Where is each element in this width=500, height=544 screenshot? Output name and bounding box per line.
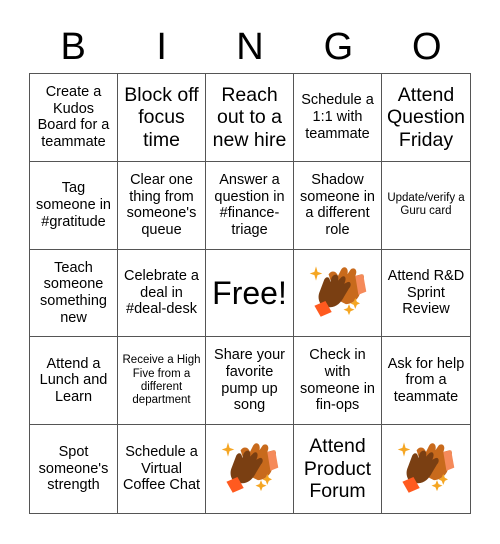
clapping-hands-icon (305, 257, 371, 328)
bingo-cell[interactable]: Receive a High Five from a different dep… (118, 337, 206, 426)
header-letter-b: B (60, 26, 86, 68)
bingo-cell[interactable]: Attend Question Friday (382, 74, 470, 162)
clapping-hands-icon (393, 433, 459, 504)
clapping-hands-icon (217, 433, 283, 504)
cell-label: Celebrate a deal in #deal-desk (124, 267, 199, 318)
cell-label: Schedule a Virtual Coffee Chat (122, 444, 201, 494)
bingo-cell[interactable]: Teach someone something new (30, 249, 118, 338)
bingo-cell[interactable]: Attend R&D Sprint Review (382, 250, 470, 338)
bingo-cell[interactable]: Check in with someone in fin-ops (294, 337, 382, 426)
cell-label: Schedule a 1:1 with teammate (301, 92, 374, 142)
header-letter-o: O (412, 26, 442, 68)
cell-label: Spot someone's strength (38, 444, 109, 494)
bingo-cell[interactable] (206, 425, 294, 513)
cell-label: Receive a High Five from a different dep… (122, 354, 201, 406)
bingo-cell[interactable]: Attend Product Forum (294, 425, 382, 513)
bingo-cell[interactable]: Block off focus time (118, 74, 206, 162)
cell-label: Shadow someone in a different role (300, 171, 375, 238)
free-space-label: Free! (212, 274, 287, 311)
cell-label: Create a Kudos Board for a teammate (37, 84, 110, 151)
cell-label: Reach out to a new hire (212, 83, 287, 151)
bingo-cell[interactable]: Tag someone in #gratitude (30, 161, 118, 250)
cell-label: Update/verify a Guru card (387, 191, 465, 218)
header-letter-g: G (323, 26, 354, 68)
bingo-card: Create a Kudos Board for a teammate Block… (29, 73, 471, 514)
cell-label: Attend a Lunch and Learn (39, 355, 108, 406)
cell-label: Attend R&D Sprint Review (387, 267, 465, 318)
cell-label: Teach someone something new (40, 259, 107, 326)
cell-label: Tag someone in #gratitude (36, 180, 111, 230)
bingo-cell[interactable]: Share your favorite pump up song (206, 337, 294, 426)
bingo-cell[interactable]: Shadow someone in a different role (294, 161, 382, 250)
bingo-cell[interactable] (382, 425, 470, 513)
bingo-cell[interactable]: Schedule a 1:1 with teammate (294, 74, 382, 162)
bingo-cell[interactable]: Spot someone's strength (30, 425, 118, 513)
cell-label: Check in with someone in fin-ops (300, 347, 375, 414)
bingo-cell[interactable] (294, 249, 382, 338)
bingo-cell[interactable]: Update/verify a Guru card (382, 162, 470, 250)
cell-label: Attend Product Forum (303, 435, 372, 503)
bingo-cell[interactable]: Ask for help from a teammate (382, 337, 470, 426)
cell-label: Share your favorite pump up song (214, 347, 285, 414)
cell-label: Answer a question in #finance-triage (214, 171, 285, 238)
bingo-cell[interactable]: Clear one thing from someone's queue (118, 161, 206, 250)
cell-label: Block off focus time (124, 83, 199, 151)
bingo-cell[interactable]: Celebrate a deal in #deal-desk (118, 249, 206, 338)
bingo-header: B I N G O (29, 22, 471, 72)
bingo-cell[interactable]: Attend a Lunch and Learn (30, 337, 118, 426)
header-letter-n: N (236, 26, 264, 68)
bingo-cell[interactable]: Reach out to a new hire (206, 74, 294, 162)
bingo-cell[interactable]: Free! (206, 249, 294, 338)
bingo-cell[interactable]: Answer a question in #finance-triage (206, 161, 294, 250)
bingo-cell[interactable]: Schedule a Virtual Coffee Chat (118, 425, 206, 513)
header-letter-i: I (156, 26, 167, 68)
cell-label: Attend Question Friday (386, 83, 466, 151)
cell-label: Clear one thing from someone's queue (126, 171, 197, 238)
bingo-cell[interactable]: Create a Kudos Board for a teammate (30, 74, 118, 162)
cell-label: Ask for help from a teammate (387, 355, 465, 406)
